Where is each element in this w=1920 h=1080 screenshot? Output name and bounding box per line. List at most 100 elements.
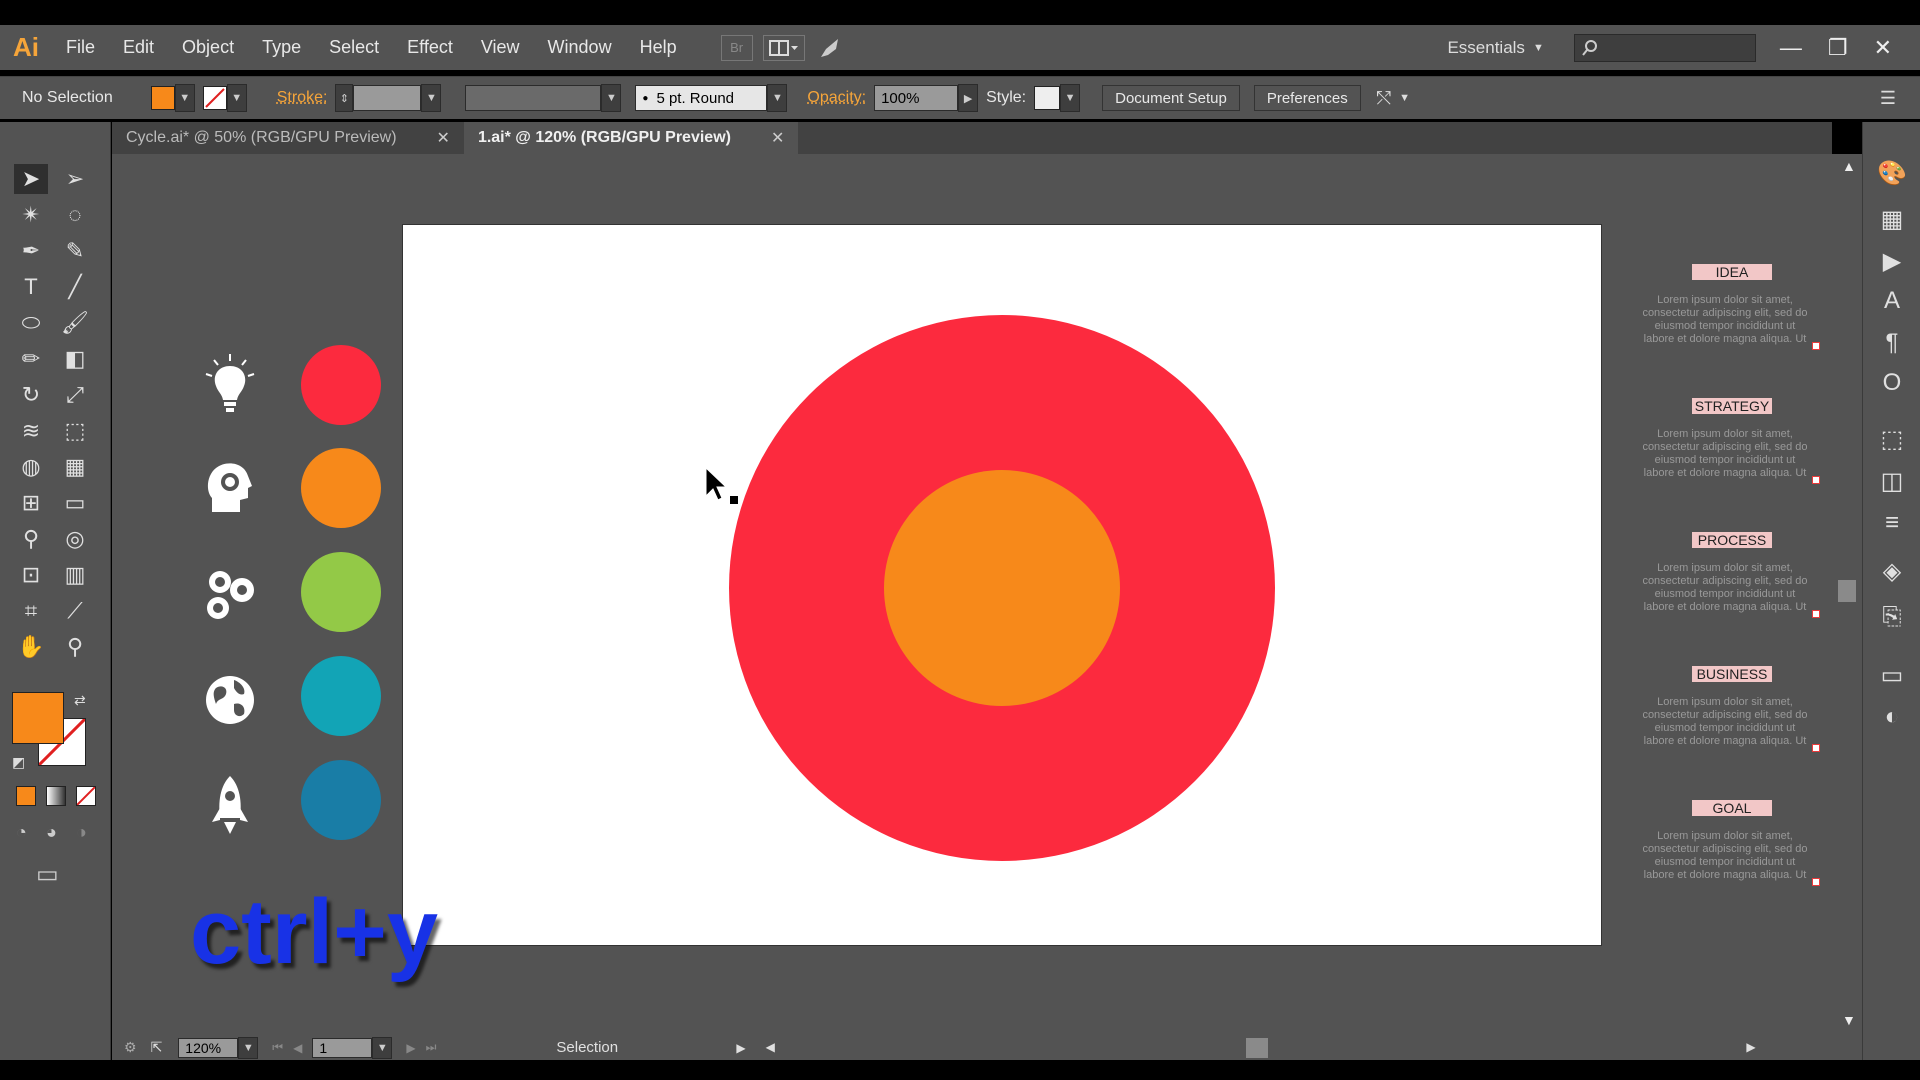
stroke-label[interactable]: Stroke:: [269, 89, 336, 107]
artboard-nav-icon[interactable]: ⚙: [124, 1039, 137, 1056]
gradient-panel-icon[interactable]: ▭: [1875, 658, 1909, 692]
brush-dropdown[interactable]: ▼: [767, 84, 788, 112]
swatches-icon[interactable]: ▦: [1875, 202, 1909, 236]
last-artboard-icon[interactable]: ⏭: [426, 1040, 437, 1055]
eyedropper-tool[interactable]: ⚲: [14, 524, 48, 554]
none-mode-button[interactable]: [76, 786, 96, 806]
timeline-title-strategy[interactable]: STRATEGY: [1692, 398, 1772, 414]
gradient-tool[interactable]: ▭: [58, 488, 92, 518]
variable-width-profile[interactable]: [465, 85, 602, 111]
pencil-tool[interactable]: ✏: [14, 344, 48, 374]
shape-builder-tool[interactable]: ◍: [14, 452, 48, 482]
close-icon[interactable]: ✕: [771, 128, 784, 148]
close-icon[interactable]: ✕: [1874, 35, 1892, 61]
variable-width-dropdown[interactable]: ▼: [601, 84, 622, 112]
scroll-right-icon[interactable]: ▶: [1746, 1040, 1755, 1054]
eraser-tool[interactable]: ◧: [58, 344, 92, 374]
hand-tool[interactable]: ✋: [14, 632, 48, 662]
zoom-field[interactable]: 120%: [178, 1037, 239, 1058]
first-artboard-icon[interactable]: ⏮: [272, 1040, 283, 1055]
fill-color-box-front[interactable]: [12, 692, 64, 744]
align-icon[interactable]: ≡: [1875, 506, 1909, 540]
arrange-options-button[interactable]: ⤲ ▼: [1377, 88, 1410, 109]
column-graph-tool[interactable]: ▥: [58, 560, 92, 590]
globe-icon[interactable]: [200, 670, 260, 730]
restore-icon[interactable]: ❐: [1828, 35, 1848, 61]
artboard[interactable]: [402, 224, 1602, 946]
stroke-weight-dropdown[interactable]: ▼: [421, 84, 442, 112]
actions-icon[interactable]: ▶: [1875, 244, 1909, 278]
bridge-button[interactable]: Br: [720, 34, 753, 61]
pathfinder-icon[interactable]: ◫: [1875, 464, 1909, 498]
teal-swatch-circle[interactable]: [301, 656, 381, 736]
gpu-performance-button[interactable]: [815, 35, 847, 61]
status-menu-icon[interactable]: ▶: [736, 1041, 745, 1055]
timeline-title-process[interactable]: PROCESS: [1692, 532, 1772, 548]
rocket-icon[interactable]: [200, 774, 260, 840]
scroll-down-icon[interactable]: ▼: [1842, 1012, 1856, 1028]
perspective-grid-tool[interactable]: ▦: [58, 452, 92, 482]
menu-select[interactable]: Select: [315, 25, 393, 70]
zoom-dropdown[interactable]: ▼: [238, 1036, 259, 1059]
vertical-scroll-thumb[interactable]: [1838, 580, 1856, 602]
panel-menu-icon[interactable]: ☰: [1880, 88, 1896, 109]
text-overflow-marker[interactable]: [1812, 610, 1820, 618]
text-overflow-marker[interactable]: [1812, 878, 1820, 886]
direct-selection-tool[interactable]: ➢: [58, 164, 92, 194]
text-overflow-marker[interactable]: [1812, 476, 1820, 484]
opacity-label[interactable]: Opacity:: [799, 89, 874, 107]
menu-window[interactable]: Window: [534, 25, 626, 70]
brush-definition-field[interactable]: ● 5 pt. Round: [635, 85, 768, 111]
graphic-style-swatch[interactable]: [1034, 86, 1061, 110]
curvature-tool[interactable]: ✎: [58, 236, 92, 266]
stroke-weight-stepper[interactable]: ⇕: [335, 84, 354, 112]
menu-object[interactable]: Object: [168, 25, 248, 70]
scroll-left-icon[interactable]: ◀: [766, 1040, 775, 1054]
share-icon[interactable]: ⇱: [151, 1039, 163, 1056]
stroke-dropdown[interactable]: ▼: [226, 84, 247, 112]
default-fill-stroke-icon[interactable]: ◩: [12, 754, 25, 771]
timeline-body-business[interactable]: Lorem ipsum dolor sit amet, consectetur …: [1640, 696, 1810, 748]
fill-swatch[interactable]: [150, 86, 175, 110]
draw-normal-icon[interactable]: ◔: [16, 822, 27, 843]
horizontal-scroll-thumb[interactable]: [1245, 1037, 1268, 1058]
timeline-body-strategy[interactable]: Lorem ipsum dolor sit amet, consectetur …: [1640, 428, 1810, 480]
horizontal-scrollbar[interactable]: ◀ ▶: [766, 1037, 1756, 1058]
lightbulb-icon[interactable]: [200, 352, 260, 416]
menu-view[interactable]: View: [467, 25, 534, 70]
ellipse-tool[interactable]: ⬭: [14, 308, 48, 338]
symbol-sprayer-tool[interactable]: ⊡: [14, 560, 48, 590]
tab-cycle[interactable]: Cycle.ai* @ 50% (RGB/GPU Preview) ✕: [112, 122, 464, 154]
mesh-tool[interactable]: ⊞: [14, 488, 48, 518]
timeline-title-idea[interactable]: IDEA: [1692, 264, 1772, 280]
menu-help[interactable]: Help: [626, 25, 691, 70]
draw-inside-icon[interactable]: ◑: [76, 822, 87, 843]
links-icon[interactable]: ⎘: [1875, 600, 1909, 634]
scale-tool[interactable]: ⤢: [58, 380, 92, 410]
red-swatch-circle[interactable]: [301, 345, 381, 425]
opacity-slider-button[interactable]: ▶: [958, 84, 979, 112]
artboard-tool[interactable]: ⌗: [14, 596, 48, 626]
free-transform-tool[interactable]: ⬚: [58, 416, 92, 446]
zoom-tool[interactable]: ⚲: [58, 632, 92, 662]
color-mode-button[interactable]: [16, 786, 36, 806]
gears-icon[interactable]: [200, 564, 260, 624]
timeline-title-business[interactable]: BUSINESS: [1692, 666, 1772, 682]
document-setup-button[interactable]: Document Setup: [1102, 85, 1240, 111]
text-overflow-marker[interactable]: [1812, 744, 1820, 752]
gradient-mode-button[interactable]: [46, 786, 66, 806]
magic-wand-tool[interactable]: ✴: [14, 200, 48, 230]
draw-behind-icon[interactable]: ◕: [46, 822, 57, 843]
type-tool[interactable]: T: [14, 272, 48, 302]
layers-icon[interactable]: ◈: [1875, 554, 1909, 588]
timeline-body-idea[interactable]: Lorem ipsum dolor sit amet, consectetur …: [1640, 294, 1810, 346]
line-segment-tool[interactable]: ╱: [58, 272, 92, 302]
menu-type[interactable]: Type: [248, 25, 315, 70]
blend-tool[interactable]: ◎: [58, 524, 92, 554]
opacity-field[interactable]: 100%: [874, 85, 959, 111]
previous-artboard-icon[interactable]: ◀: [293, 1041, 302, 1055]
scroll-up-icon[interactable]: ▲: [1842, 158, 1856, 174]
workspace-switcher[interactable]: Essentials ▼: [1447, 38, 1543, 58]
lasso-tool[interactable]: ◌: [58, 200, 92, 230]
color-guide-icon[interactable]: 🎨: [1875, 156, 1909, 190]
